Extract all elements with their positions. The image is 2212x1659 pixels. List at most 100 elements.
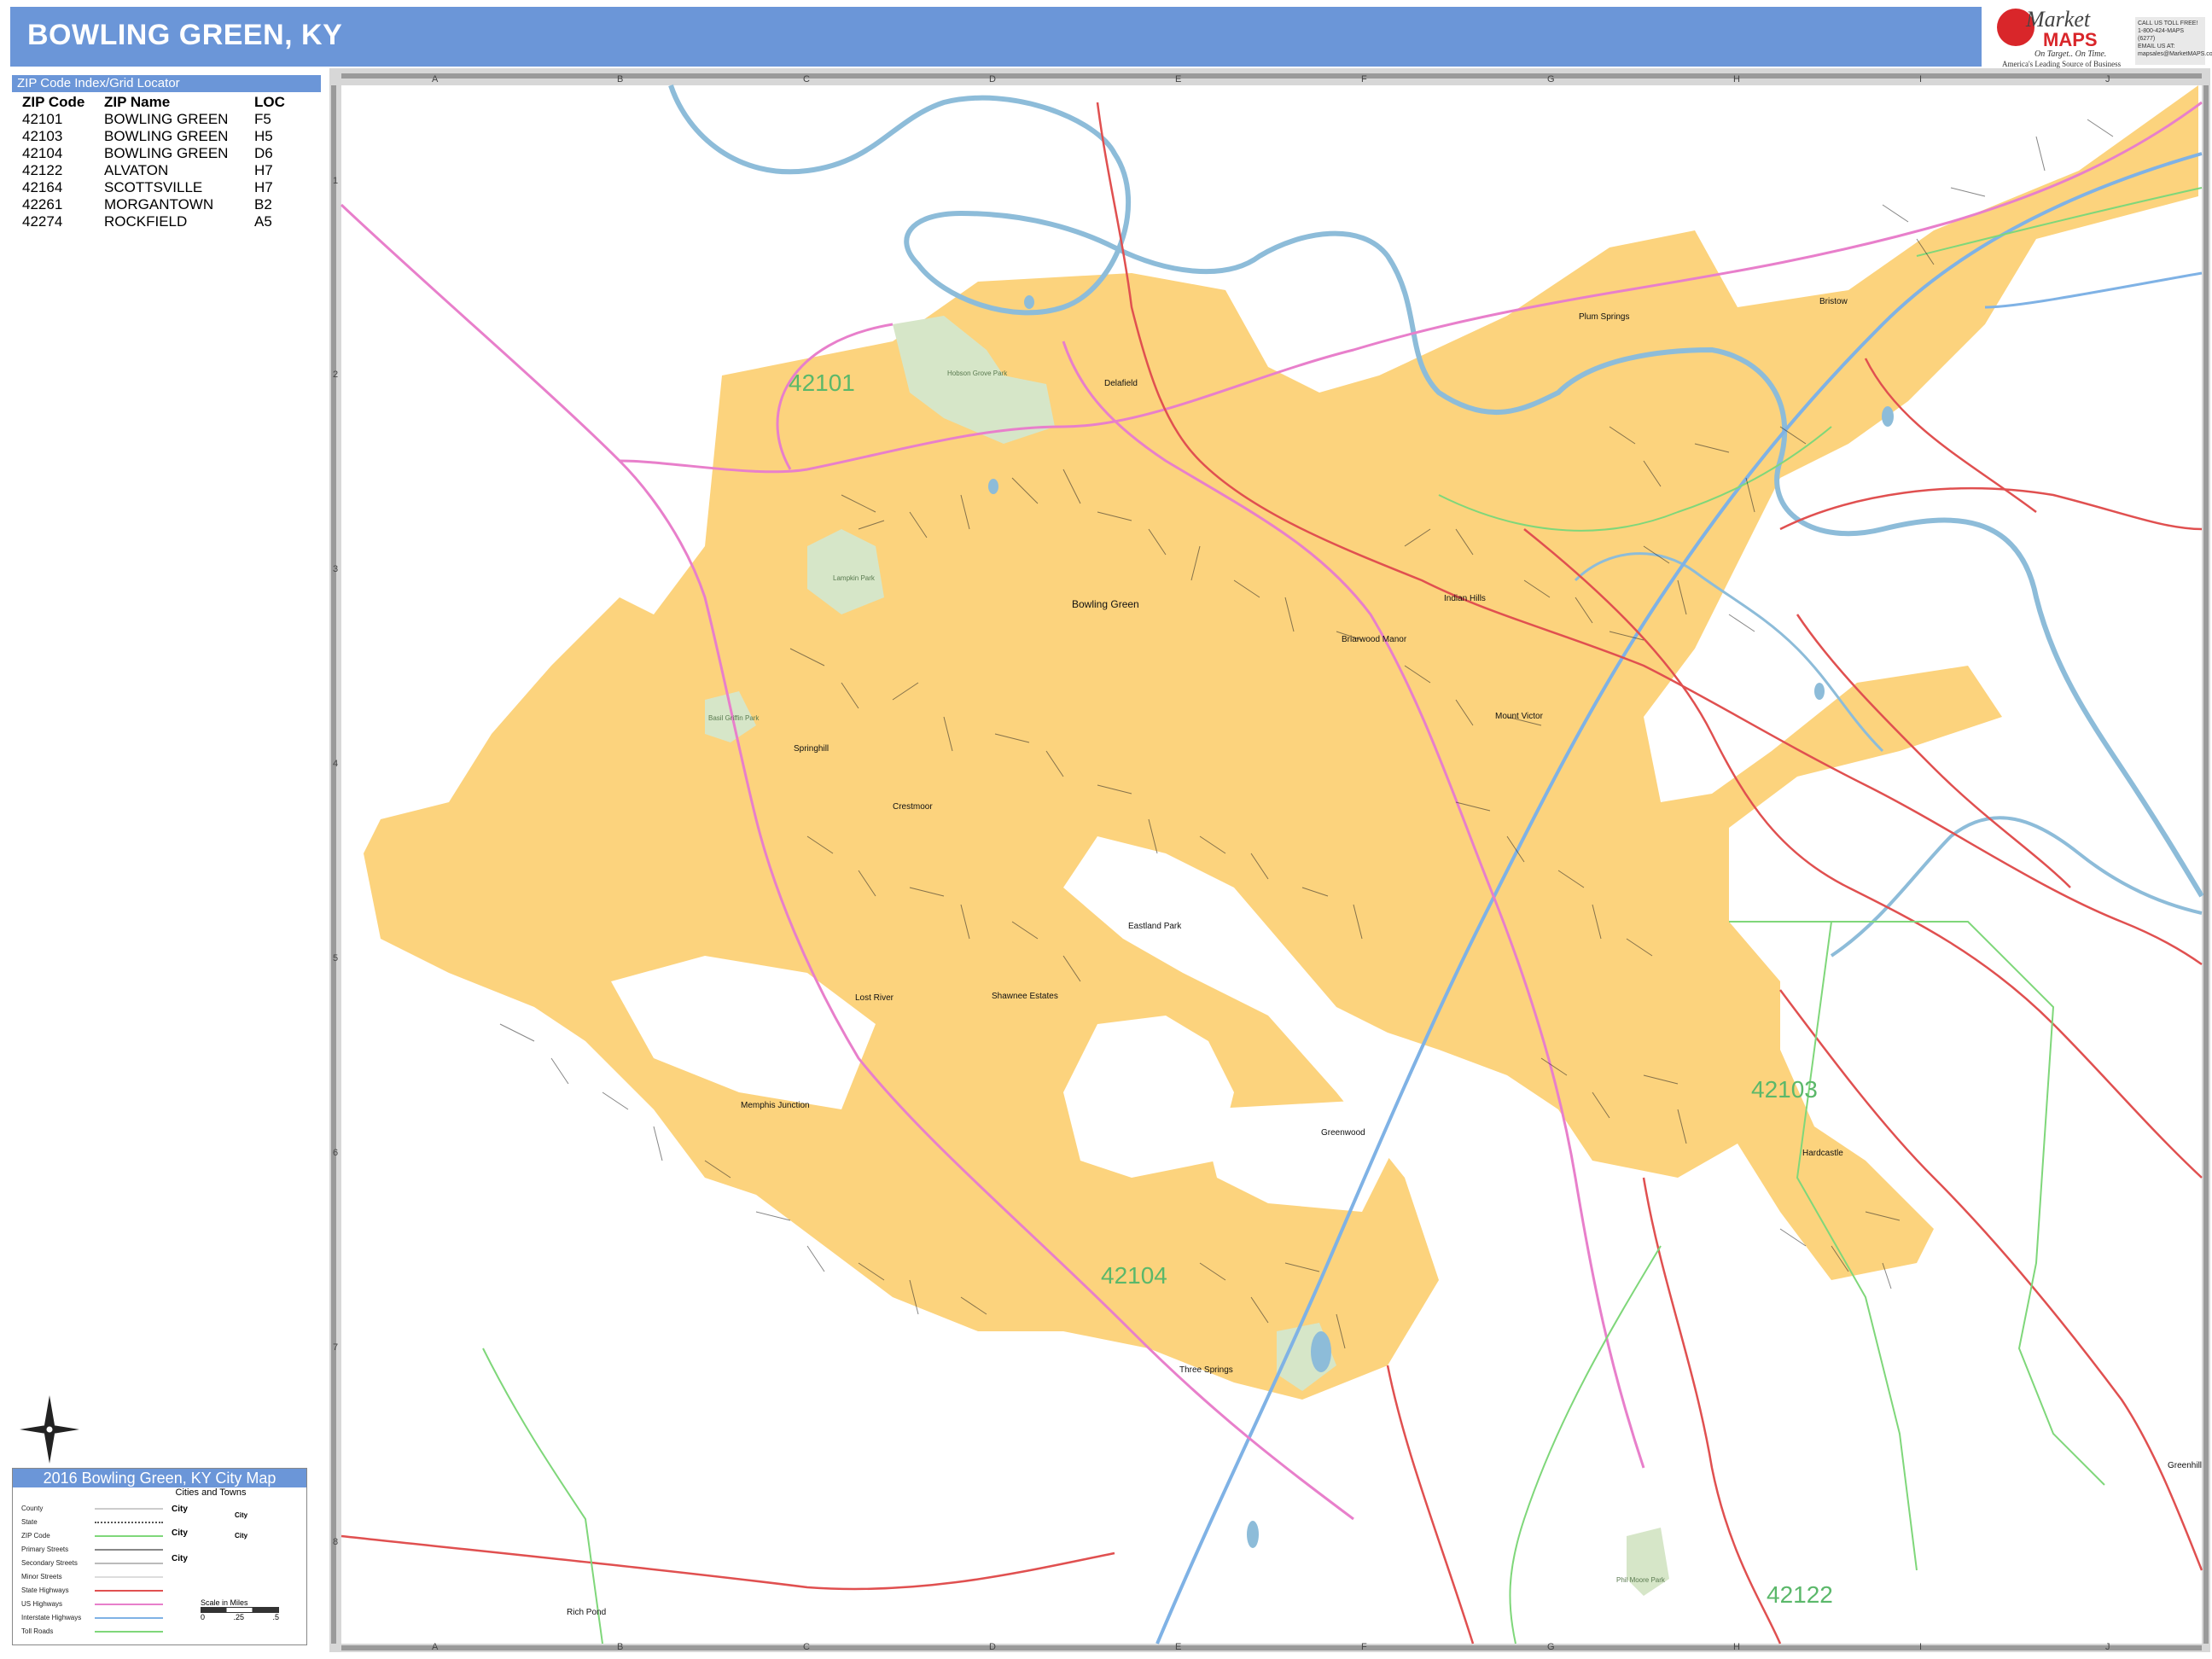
contact-line: 1-800-424-MAPS (6277) (2138, 28, 2185, 42)
table-row: 42261 MORGANTOWN B2 (22, 196, 321, 213)
grid-row-label: 7 (333, 1342, 338, 1353)
legend-item: State (21, 1518, 38, 1526)
zip-table: ZIP Code ZIP Name LOC 42101 BOWLING GREE… (22, 94, 321, 230)
grid-row-label: 4 (333, 759, 338, 769)
legend-zip-line (95, 1535, 163, 1537)
lake (988, 479, 998, 494)
grid-row-label: 8 (333, 1537, 338, 1547)
legend-item: Minor Streets (21, 1573, 62, 1580)
scale-bar (201, 1607, 279, 1613)
zip-name: SCOTTSVILLE (104, 179, 203, 195)
column-header: ZIP Code (22, 94, 85, 110)
scale-label: Scale in Miles (201, 1598, 248, 1607)
zip-label: 42101 (789, 370, 855, 396)
grid-column-label: J (2105, 1642, 2110, 1652)
column-header: ZIP Name (104, 94, 171, 110)
place-label: Greenhill (2168, 1461, 2202, 1470)
place-label: Rich Pond (567, 1608, 606, 1617)
zip-code: 42103 (22, 128, 63, 144)
grid-column-label: H (1733, 1642, 1740, 1652)
column-header: LOC (254, 94, 285, 110)
legend-city-sample: City (172, 1554, 188, 1563)
place-label: Delafield (1104, 379, 1138, 388)
zip-name: ALVATON (104, 162, 169, 178)
zip-loc: H5 (254, 128, 273, 144)
legend-item: Primary Streets (21, 1545, 69, 1553)
grid-column-label: F (1361, 74, 1367, 84)
lake (1814, 683, 1825, 700)
table-row: 42122 ALVATON H7 (22, 162, 321, 179)
zip-code: 42104 (22, 145, 63, 161)
lake (1311, 1331, 1331, 1372)
grid-column-label: I (1919, 1642, 1922, 1652)
grid-column-label: C (803, 74, 810, 84)
legend-state-highway-line (95, 1590, 163, 1592)
grid-column-label: B (617, 74, 623, 84)
zip-loc: A5 (254, 213, 272, 230)
grid-column-label: I (1919, 74, 1922, 84)
legend-county-line (95, 1508, 163, 1510)
map-legend: 2016 Bowling Green, KY City Map Cities a… (12, 1468, 307, 1645)
lake (1247, 1521, 1259, 1548)
zip-code: 42261 (22, 196, 63, 212)
legend-state-line (95, 1522, 163, 1523)
legend-item: US Highways (21, 1600, 63, 1608)
map-canvas[interactable]: A B C D E F G H I J A B C D E F G H I J … (329, 68, 2210, 1652)
grid-column-label: C (803, 1642, 810, 1652)
market-maps-logo: Market MAPS On Target.. On Time. America… (1995, 5, 2132, 77)
zip-code: 42101 (22, 111, 63, 127)
zip-name: BOWLING GREEN (104, 111, 229, 127)
grid-column-label: G (1547, 74, 1555, 84)
scale-tick: 0 (201, 1613, 206, 1621)
place-label: Indian Hills (1444, 594, 1486, 603)
grid-row-label: 3 (333, 564, 338, 574)
zip-name: BOWLING GREEN (104, 128, 229, 144)
grid-column-label: D (989, 74, 996, 84)
table-row: 42101 BOWLING GREEN F5 (22, 111, 321, 128)
place-label: Lost River (855, 993, 894, 1003)
contact-line: EMAIL US AT: (2138, 44, 2175, 49)
zip-name: ROCKFIELD (104, 213, 188, 230)
grid-column-label: F (1361, 1642, 1367, 1652)
map-title: BOWLING GREEN, KY (27, 19, 343, 51)
grid-column-label: A (432, 74, 439, 84)
place-label: Mount Victor (1495, 712, 1544, 721)
contact-line: mapsales@MarketMAPS.com (2138, 51, 2212, 57)
zip-code: 42164 (22, 179, 63, 195)
lake (1882, 406, 1894, 427)
zip-label: 42122 (1767, 1581, 1833, 1608)
park-label: Basil Griffin Park (708, 714, 760, 722)
place-label: Springhill (794, 744, 829, 754)
place-label: Shawnee Estates (992, 992, 1058, 1001)
legend-city-sample: City (235, 1532, 248, 1540)
legend-primary-line (95, 1549, 163, 1551)
park-label: Lampkin Park (833, 574, 876, 582)
legend-cities-header: Cities and Towns (175, 1487, 247, 1498)
lake (1024, 295, 1034, 309)
place-label: Bowling Green (1072, 598, 1139, 610)
zip-name: BOWLING GREEN (104, 145, 229, 161)
grid-column-label: D (989, 1642, 996, 1652)
zip-loc: B2 (254, 196, 272, 212)
zip-loc: F5 (254, 111, 271, 127)
place-label: Bristow (1819, 297, 1848, 306)
place-label: Memphis Junction (741, 1101, 810, 1110)
title-bar: BOWLING GREEN, KY (10, 7, 1982, 67)
legend-city-sample: City (172, 1505, 188, 1514)
legend-item: ZIP Code (21, 1532, 50, 1540)
table-row: 42104 BOWLING GREEN D6 (22, 145, 321, 162)
compass-rose-icon (20, 1395, 79, 1464)
legend-minor-line (95, 1576, 163, 1578)
zip-loc: H7 (254, 162, 273, 178)
grid-column-label: E (1175, 1642, 1181, 1652)
scale-tick: .5 (272, 1613, 279, 1621)
place-label: Eastland Park (1128, 922, 1182, 931)
legend-secondary-line (95, 1563, 163, 1564)
grid-column-label: B (617, 1642, 623, 1652)
place-label: Briarwood Manor (1342, 635, 1407, 644)
contact-line: CALL US TOLL FREE! (2138, 20, 2198, 26)
park-label: Phil Moore Park (1616, 1576, 1666, 1584)
zip-loc: H7 (254, 179, 273, 195)
logo-brand-line2: MAPS (2043, 29, 2098, 50)
zip-label: 42103 (1751, 1076, 1818, 1103)
